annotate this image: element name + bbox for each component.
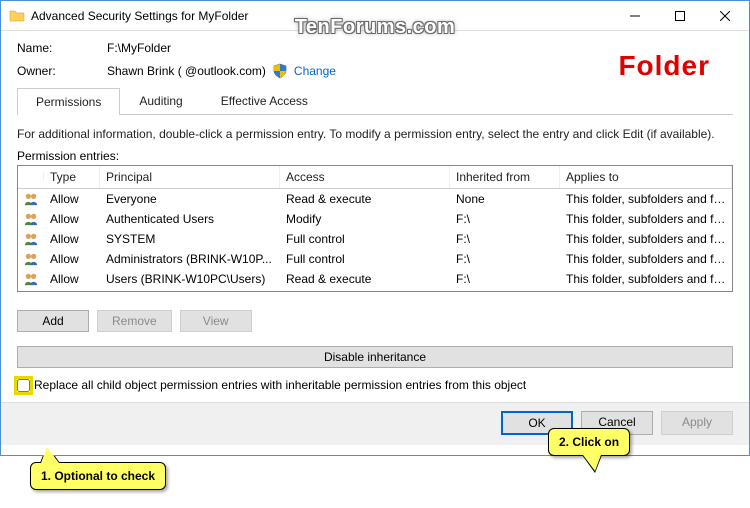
cell-access: Full control	[280, 229, 450, 249]
name-value: F:\MyFolder	[107, 41, 171, 55]
titlebar: Advanced Security Settings for MyFolder	[1, 1, 749, 31]
change-owner-link[interactable]: Change	[294, 64, 336, 78]
cell-applies: This folder, subfolders and files	[560, 229, 732, 249]
cell-principal: Users (BRINK-W10PC\Users)	[100, 269, 280, 289]
info-text: For additional information, double-click…	[17, 127, 733, 141]
minimize-button[interactable]	[612, 1, 657, 30]
tab-effective-access[interactable]: Effective Access	[202, 87, 327, 114]
cell-type: Allow	[44, 269, 100, 289]
col-inherited[interactable]: Inherited from	[450, 166, 560, 188]
close-button[interactable]	[702, 1, 747, 30]
col-type[interactable]: Type	[44, 166, 100, 188]
cell-type: Allow	[44, 229, 100, 249]
tabstrip: Permissions Auditing Effective Access	[17, 87, 733, 115]
cell-access: Read & execute	[280, 189, 450, 209]
col-principal[interactable]: Principal	[100, 166, 280, 188]
cell-inherited: F:\	[450, 269, 560, 289]
view-button: View	[180, 310, 252, 332]
permission-grid: Type Principal Access Inherited from App…	[17, 165, 733, 292]
window: Advanced Security Settings for MyFolder …	[0, 0, 750, 456]
replace-children-label: Replace all child object permission entr…	[34, 378, 526, 392]
cell-inherited: F:\	[450, 209, 560, 229]
cell-type: Allow	[44, 249, 100, 269]
shield-icon	[272, 63, 288, 79]
cell-principal: Administrators (BRINK-W10P...	[100, 249, 280, 269]
add-button[interactable]: Add	[17, 310, 89, 332]
table-row[interactable]: AllowEveryoneRead & executeNoneThis fold…	[18, 189, 732, 209]
tab-permissions[interactable]: Permissions	[17, 88, 120, 115]
cell-principal: Everyone	[100, 189, 280, 209]
group-icon	[18, 209, 44, 229]
owner-label: Owner:	[17, 64, 107, 78]
remove-button: Remove	[97, 310, 172, 332]
cell-type: Allow	[44, 209, 100, 229]
permission-entries-label: Permission entries:	[17, 149, 733, 163]
col-applies[interactable]: Applies to	[560, 166, 732, 188]
disable-inheritance-button[interactable]: Disable inheritance	[17, 346, 733, 368]
replace-children-checkbox[interactable]	[17, 379, 30, 392]
cell-access: Full control	[280, 249, 450, 269]
name-label: Name:	[17, 41, 107, 55]
table-row[interactable]: AllowAdministrators (BRINK-W10P...Full c…	[18, 249, 732, 269]
cell-access: Modify	[280, 209, 450, 229]
window-title: Advanced Security Settings for MyFolder	[31, 9, 612, 23]
cell-inherited: F:\	[450, 229, 560, 249]
table-row[interactable]: AllowUsers (BRINK-W10PC\Users)Read & exe…	[18, 269, 732, 289]
apply-button: Apply	[661, 411, 733, 435]
table-row[interactable]: AllowAuthenticated UsersModifyF:\This fo…	[18, 209, 732, 229]
cell-access: Read & execute	[280, 269, 450, 289]
cell-applies: This folder, subfolders and files	[560, 269, 732, 289]
cell-type: Allow	[44, 189, 100, 209]
group-icon	[18, 189, 44, 209]
cell-applies: This folder, subfolders and files	[560, 209, 732, 229]
callout-2: 2. Click on	[548, 428, 630, 456]
group-icon	[18, 249, 44, 269]
tab-auditing[interactable]: Auditing	[120, 87, 201, 114]
group-icon	[18, 269, 44, 289]
group-icon	[18, 229, 44, 249]
cell-applies: This folder, subfolders and files	[560, 189, 732, 209]
owner-value: Shawn Brink ( @outlook.com)	[107, 64, 266, 78]
cell-inherited: None	[450, 189, 560, 209]
folder-icon	[9, 8, 25, 24]
callout-1: 1. Optional to check	[30, 462, 166, 490]
table-row[interactable]: AllowSYSTEMFull controlF:\This folder, s…	[18, 229, 732, 249]
cell-principal: Authenticated Users	[100, 209, 280, 229]
cell-inherited: F:\	[450, 249, 560, 269]
maximize-button[interactable]	[657, 1, 702, 30]
col-access[interactable]: Access	[280, 166, 450, 188]
cell-applies: This folder, subfolders and files	[560, 249, 732, 269]
cell-principal: SYSTEM	[100, 229, 280, 249]
